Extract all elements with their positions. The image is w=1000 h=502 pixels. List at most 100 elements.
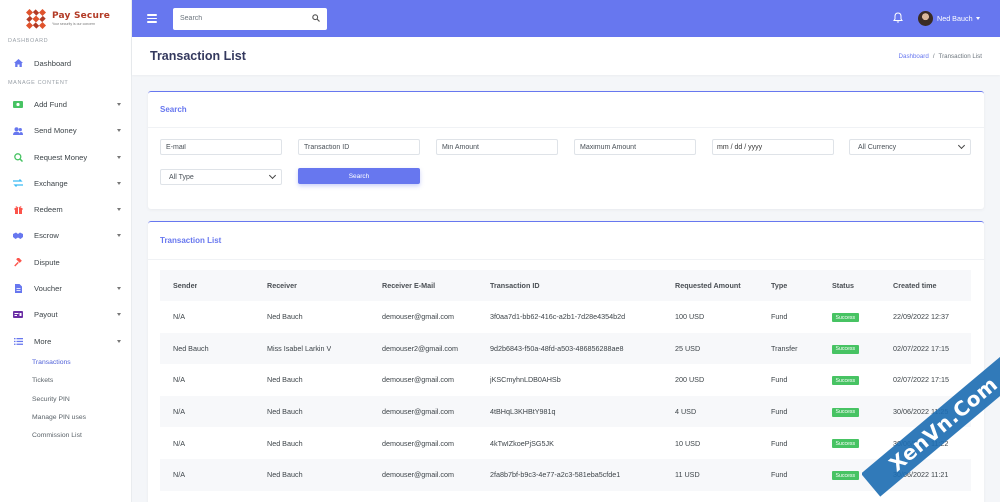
- notification-bell-icon[interactable]: [893, 12, 903, 23]
- topbar: Ned Bauch: [132, 0, 1000, 37]
- chevron-down-icon: [268, 171, 277, 180]
- chevron-down-icon: [117, 102, 121, 106]
- table-row: N/A Ned Bauch demouser@gmail.com 2fa8b7bf-b…: [160, 458, 971, 491]
- sidebar-item-label: Request Money: [34, 152, 88, 162]
- sidebar-item-payout[interactable]: Payout: [0, 302, 131, 328]
- table-cell: 3f0aa7d1-bb62-416c-a2b1-7d28e4354b2d: [490, 312, 626, 322]
- table-cell: N/A: [173, 470, 185, 480]
- chevron-down-icon: [117, 155, 121, 159]
- status-cell: Success: [832, 406, 859, 417]
- sidebar-item-label: Exchange: [34, 178, 68, 188]
- sidebar-item-label: Dashboard: [34, 58, 72, 68]
- sidebar-item-label: Dispute: [34, 257, 60, 267]
- table-header-row: Sender Receiver Receiver E-Mail Transaction…: [160, 270, 971, 301]
- type-select[interactable]: All Type: [160, 169, 282, 185]
- sidebar-item-exchange[interactable]: Exchange: [0, 170, 131, 196]
- sidebar-heading-dashboard: DASHBOARD: [8, 38, 49, 44]
- table-cell: Fund: [771, 438, 788, 448]
- sidebar-item-voucher[interactable]: Voucher: [0, 275, 131, 301]
- table-row: N/A Ned Bauch demouser@gmail.com 4kTwIZkoeP…: [160, 427, 971, 459]
- exchange-icon: [13, 179, 23, 188]
- sidebar-subitem-commission-list[interactable]: Commission List: [0, 426, 131, 444]
- sidebar-item-label: More: [34, 336, 52, 346]
- search-button[interactable]: Search: [298, 168, 420, 184]
- status-badge: Success: [832, 344, 859, 354]
- table-cell: Ned Bauch: [267, 438, 303, 448]
- brand-logo-icon: [26, 8, 46, 29]
- sidebar-item-escrow[interactable]: Escrow: [0, 223, 131, 249]
- sidebar: Pay Secure Your security is our concern …: [0, 0, 132, 502]
- date-filter-input[interactable]: mm / dd / yyyy: [712, 139, 834, 155]
- column-header: Status: [832, 281, 854, 290]
- date-placeholder: mm / dd / yyyy: [717, 143, 763, 151]
- chevron-down-icon: [957, 141, 966, 150]
- column-header: Receiver: [267, 281, 297, 290]
- gift-icon: [13, 205, 23, 215]
- money-check-icon: [13, 310, 23, 319]
- user-menu[interactable]: Ned Bauch: [918, 11, 980, 26]
- table-cell: Fund: [771, 470, 788, 480]
- table-cell: demouser2@gmail.com: [382, 343, 459, 353]
- sidebar-subitem-security-pin[interactable]: Security PIN: [0, 390, 131, 408]
- table-cell: N/A: [173, 438, 185, 448]
- status-cell: Success: [832, 470, 859, 481]
- transaction-table: Sender Receiver Receiver E-Mail Transaction…: [160, 270, 971, 491]
- sidebar-subitem-transactions[interactable]: Transactions: [0, 353, 131, 371]
- sidebar-subitem-manage-pin-uses[interactable]: Manage PIN uses: [0, 408, 131, 426]
- sidebar-item-label: Voucher: [34, 284, 62, 294]
- sidebar-item-request-money[interactable]: Request Money: [0, 144, 131, 170]
- sidebar-item-add-fund[interactable]: Add Fund: [0, 91, 131, 117]
- chevron-down-icon: [117, 313, 121, 317]
- table-cell: 4 USD: [675, 407, 697, 417]
- currency-select[interactable]: All Currency: [849, 139, 971, 155]
- table-cell: 9d2b6843-f50a-48fd-a503-486856288ae8: [490, 343, 624, 353]
- status-cell: Success: [832, 375, 859, 386]
- chevron-down-icon: [117, 208, 121, 212]
- chevron-down-icon: [117, 234, 121, 238]
- table-cell: 25 USD: [675, 343, 701, 353]
- chevron-down-icon: [117, 339, 121, 343]
- page-header: Transaction List Dashboard / Transaction L…: [132, 37, 1000, 75]
- status-cell: Success: [832, 438, 859, 449]
- sidebar-menu: Add Fund Send Money Request Money Exchange R…: [0, 91, 131, 354]
- sidebar-item-redeem[interactable]: Redeem: [0, 196, 131, 222]
- table-cell: Miss Isabel Larkin V: [267, 343, 332, 353]
- column-header: Receiver E-Mail: [382, 281, 436, 290]
- search-card-header: Search: [148, 92, 984, 128]
- handshake-icon: [13, 231, 23, 240]
- table-cell: 30/06/2022 11:22: [893, 438, 949, 448]
- sidebar-item-send-money[interactable]: Send Money: [0, 118, 131, 144]
- menu-toggle-icon[interactable]: [147, 14, 157, 23]
- status-badge: Success: [832, 407, 859, 417]
- table-cell: N/A: [173, 407, 185, 417]
- max-amount-filter-input[interactable]: [574, 139, 696, 155]
- sidebar-heading-manage: MANAGE CONTENT: [8, 80, 69, 87]
- chevron-down-icon: [117, 287, 121, 291]
- chevron-down-icon: [117, 181, 121, 185]
- table-row: Ned Bauch Miss Isabel Larkin V demouser2@g…: [160, 332, 971, 365]
- sidebar-item-dashboard[interactable]: Dashboard: [0, 50, 131, 76]
- sidebar-subitem-tickets[interactable]: Tickets: [0, 372, 131, 390]
- table-cell: 30/06/2022 11:25: [893, 407, 949, 417]
- search-input[interactable]: [180, 15, 312, 22]
- sidebar-item-more[interactable]: More: [0, 328, 131, 354]
- min-amount-filter-input[interactable]: [436, 139, 558, 155]
- table-cell: Ned Bauch: [267, 407, 303, 417]
- users-icon: [13, 126, 23, 135]
- search-icon[interactable]: [312, 13, 320, 24]
- brand[interactable]: Pay Secure Your security is our concern: [0, 0, 131, 37]
- brand-name: Pay Secure: [52, 11, 111, 21]
- breadcrumb-separator: /: [932, 52, 935, 60]
- chevron-down-icon: [975, 17, 980, 20]
- column-header: Created time: [893, 281, 937, 290]
- chevron-down-icon: [117, 129, 121, 133]
- table-cell: 02/07/2022 17:15: [893, 343, 949, 353]
- sidebar-item-dispute[interactable]: Dispute: [0, 249, 131, 275]
- gavel-icon: [13, 257, 23, 267]
- table-cell: 02/07/2022 17:15: [893, 375, 949, 385]
- breadcrumb-home-link[interactable]: Dashboard: [899, 53, 929, 60]
- status-badge: Success: [832, 439, 859, 449]
- table-cell: Fund: [771, 407, 788, 417]
- transaction-id-filter-input[interactable]: [298, 139, 420, 155]
- email-filter-input[interactable]: [160, 139, 282, 155]
